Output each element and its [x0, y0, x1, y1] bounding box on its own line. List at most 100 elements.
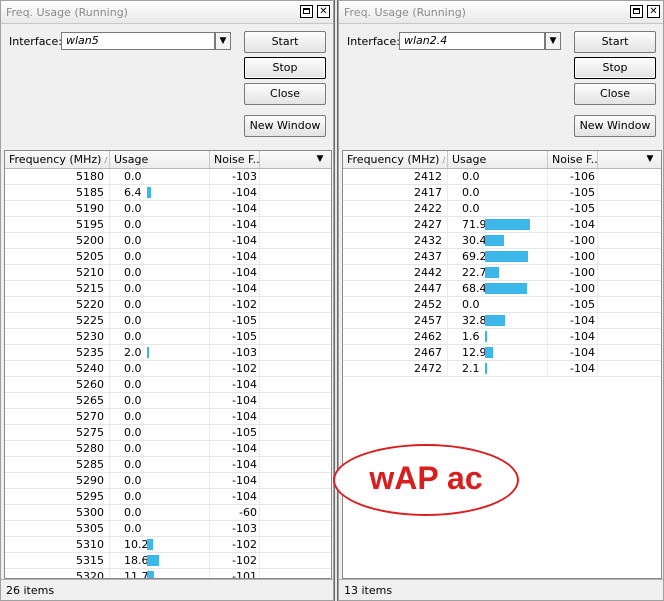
table-row[interactable]: 5260 0.0 -104 — [5, 377, 331, 393]
interface-field[interactable]: wlan5 — [61, 32, 215, 50]
close-button[interactable]: Close — [574, 83, 656, 105]
table-row[interactable]: 5305 0.0 -103 — [5, 521, 331, 537]
usage-cell: 12.9 — [448, 345, 548, 360]
usage-value: 0.0 — [124, 490, 142, 503]
usage-value: 0.0 — [462, 298, 480, 311]
usage-value: 0.0 — [124, 330, 142, 343]
table-row[interactable]: 2462 1.6 -104 — [343, 329, 661, 345]
freq-usage-window-wlan5: Freq. Usage (Running) ✕ Interface: wlan5… — [0, 0, 334, 601]
table-row[interactable]: 2452 0.0 -105 — [343, 297, 661, 313]
table-header: Frequency (MHz) / Usage Noise F... ▼ — [343, 151, 661, 169]
frequency-cell: 2467 — [343, 345, 448, 360]
usage-cell: 0.0 — [110, 425, 210, 440]
column-menu-icon[interactable]: ▼ — [309, 151, 331, 168]
usage-value: 6.4 — [124, 186, 142, 199]
table-row[interactable]: 2417 0.0 -105 — [343, 185, 661, 201]
title-bar[interactable]: Freq. Usage (Running) ✕ — [339, 1, 663, 24]
usage-cell: 0.0 — [110, 281, 210, 296]
close-icon[interactable]: ✕ — [647, 5, 660, 18]
stop-button[interactable]: Stop — [574, 57, 656, 79]
table-row[interactable]: 2432 30.4 -100 — [343, 233, 661, 249]
table-row[interactable]: 2447 68.4 -100 — [343, 281, 661, 297]
start-button[interactable]: Start — [574, 31, 656, 53]
close-button[interactable]: Close — [244, 83, 326, 105]
table-row[interactable]: 5315 18.6 -102 — [5, 553, 331, 569]
noise-floor-cell: -60 — [210, 505, 260, 520]
noise-floor-cell: -104 — [210, 185, 260, 200]
new-window-button[interactable]: New Window — [244, 115, 326, 137]
table-row[interactable]: 2427 71.9 -104 — [343, 217, 661, 233]
usage-cell: 71.9 — [448, 217, 548, 232]
usage-value: 0.0 — [124, 234, 142, 247]
new-window-button[interactable]: New Window — [574, 115, 656, 137]
column-header-frequency[interactable]: Frequency (MHz) / — [5, 151, 110, 168]
column-header-noise[interactable]: Noise F... — [548, 151, 598, 168]
usage-value: 0.0 — [124, 426, 142, 439]
usage-value: 0.0 — [124, 266, 142, 279]
table-row[interactable]: 5210 0.0 -104 — [5, 265, 331, 281]
column-header-usage[interactable]: Usage — [110, 151, 210, 168]
frequency-table: Frequency (MHz) / Usage Noise F... ▼ 2412… — [342, 150, 662, 579]
close-icon[interactable]: ✕ — [317, 5, 330, 18]
usage-value: 10.2 — [124, 538, 149, 551]
table-row[interactable]: 5195 0.0 -104 — [5, 217, 331, 233]
interface-dropdown-icon[interactable]: ▼ — [215, 32, 231, 50]
table-header: Frequency (MHz) / Usage Noise F... ▼ — [5, 151, 331, 169]
maximize-icon[interactable] — [630, 5, 643, 18]
maximize-icon[interactable] — [300, 5, 313, 18]
table-row[interactable]: 5205 0.0 -104 — [5, 249, 331, 265]
interface-dropdown-icon[interactable]: ▼ — [545, 32, 561, 50]
table-row[interactable]: 5270 0.0 -104 — [5, 409, 331, 425]
table-row[interactable]: 2472 2.1 -104 — [343, 361, 661, 377]
table-row[interactable]: 5190 0.0 -104 — [5, 201, 331, 217]
usage-cell: 69.2 — [448, 249, 548, 264]
usage-bar — [485, 283, 528, 294]
usage-value: 0.0 — [124, 410, 142, 423]
table-row[interactable]: 5300 0.0 -60 — [5, 505, 331, 521]
table-row[interactable]: 5185 6.4 -104 — [5, 185, 331, 201]
table-row[interactable]: 5220 0.0 -102 — [5, 297, 331, 313]
table-row[interactable]: 2437 69.2 -100 — [343, 249, 661, 265]
table-row[interactable]: 5285 0.0 -104 — [5, 457, 331, 473]
table-row[interactable]: 5225 0.0 -105 — [5, 313, 331, 329]
interface-label: Interface: — [347, 35, 400, 48]
usage-value: 0.0 — [124, 362, 142, 375]
column-header-noise[interactable]: Noise F... — [210, 151, 260, 168]
start-button[interactable]: Start — [244, 31, 326, 53]
table-row[interactable]: 2467 12.9 -104 — [343, 345, 661, 361]
table-row[interactable]: 5275 0.0 -105 — [5, 425, 331, 441]
usage-cell: 22.7 — [448, 265, 548, 280]
table-row[interactable]: 5280 0.0 -104 — [5, 441, 331, 457]
table-row[interactable]: 2412 0.0 -106 — [343, 169, 661, 185]
column-header-usage[interactable]: Usage — [448, 151, 548, 168]
usage-value: 0.0 — [124, 378, 142, 391]
table-row[interactable]: 2457 32.8 -104 — [343, 313, 661, 329]
usage-value: 1.6 — [462, 330, 480, 343]
table-row[interactable]: 5320 11.7 -101 — [5, 569, 331, 578]
usage-cell: 0.0 — [110, 361, 210, 376]
interface-field[interactable]: wlan2.4 — [399, 32, 545, 50]
stop-button[interactable]: Stop — [244, 57, 326, 79]
noise-floor-cell: -104 — [210, 265, 260, 280]
table-row[interactable]: 5265 0.0 -104 — [5, 393, 331, 409]
table-row[interactable]: 5310 10.2 -102 — [5, 537, 331, 553]
table-row[interactable]: 5295 0.0 -104 — [5, 489, 331, 505]
table-row[interactable]: 5230 0.0 -105 — [5, 329, 331, 345]
table-row[interactable]: 5215 0.0 -104 — [5, 281, 331, 297]
table-row[interactable]: 5200 0.0 -104 — [5, 233, 331, 249]
frequency-cell: 5290 — [5, 473, 110, 488]
window-title: Freq. Usage (Running) — [6, 6, 128, 19]
table-row[interactable]: 2422 0.0 -105 — [343, 201, 661, 217]
column-header-frequency[interactable]: Frequency (MHz) / — [343, 151, 448, 168]
usage-value: 0.0 — [124, 394, 142, 407]
table-row[interactable]: 5180 0.0 -103 — [5, 169, 331, 185]
usage-bar — [485, 267, 500, 278]
table-row[interactable]: 5235 2.0 -103 — [5, 345, 331, 361]
table-row[interactable]: 5240 0.0 -102 — [5, 361, 331, 377]
frequency-cell: 5180 — [5, 169, 110, 184]
usage-cell: 0.0 — [110, 297, 210, 312]
title-bar[interactable]: Freq. Usage (Running) ✕ — [1, 1, 333, 24]
table-row[interactable]: 2442 22.7 -100 — [343, 265, 661, 281]
column-menu-icon[interactable]: ▼ — [639, 151, 661, 168]
table-row[interactable]: 5290 0.0 -104 — [5, 473, 331, 489]
